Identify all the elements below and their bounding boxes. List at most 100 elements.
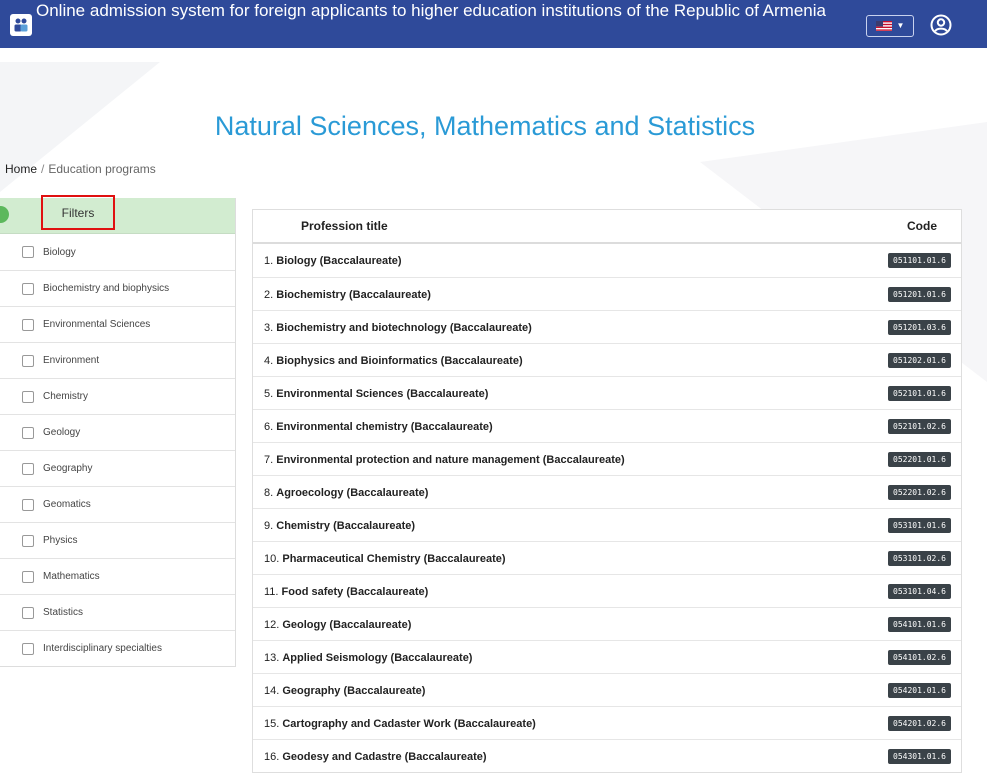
table-row[interactable]: 6. Environmental chemistry (Baccalaureat… (253, 409, 961, 442)
filter-checkbox[interactable] (22, 642, 34, 655)
profession-title-link[interactable]: Food safety (Baccalaureate) (282, 586, 429, 598)
filter-label: Interdisciplinary specialties (43, 643, 162, 654)
filter-checkbox[interactable] (22, 534, 34, 547)
user-circle-icon[interactable] (930, 14, 952, 36)
filter-list: Biology Biochemistry and biophysics Enviro… (0, 234, 235, 666)
filter-item[interactable]: Physics (0, 522, 235, 558)
row-text: 6. Environmental chemistry (Baccalaureat… (264, 421, 493, 433)
row-number: 13. (264, 652, 280, 664)
filter-item[interactable]: Biology (0, 234, 235, 270)
table-row[interactable]: 15. Cartography and Cadaster Work (Bacca… (253, 706, 961, 739)
code-badge: 054201.01.6 (888, 683, 951, 698)
row-text: 3. Biochemistry and biotechnology (Bacca… (264, 322, 532, 334)
table-row[interactable]: 11. Food safety (Baccalaureate) 053101.04… (253, 574, 961, 607)
row-text: 11. Food safety (Baccalaureate) (264, 586, 428, 598)
programs-table: Profession title Code 1. Biology (Baccal… (252, 209, 962, 773)
filter-item[interactable]: Geology (0, 414, 235, 450)
profession-title-link[interactable]: Biochemistry (Baccalaureate) (276, 289, 431, 301)
filter-checkbox[interactable] (22, 570, 34, 583)
filter-item[interactable]: Biochemistry and biophysics (0, 270, 235, 306)
table-row[interactable]: 1. Biology (Baccalaureate) 051101.01.6 (253, 244, 961, 277)
table-row[interactable]: 12. Geology (Baccalaureate) 054101.01.6 (253, 607, 961, 640)
filter-checkbox[interactable] (22, 318, 34, 331)
filter-label: Biology (43, 246, 76, 258)
code-badge: 052101.01.6 (888, 386, 951, 401)
profession-title-link[interactable]: Pharmaceutical Chemistry (Baccalaureate) (282, 553, 505, 565)
filter-label: Geomatics (43, 499, 91, 510)
language-selector[interactable]: ▼ (866, 15, 914, 37)
code-badge: 053101.01.6 (888, 518, 951, 533)
profession-title-link[interactable]: Geology (Baccalaureate) (282, 619, 411, 631)
filter-item[interactable]: Geography (0, 450, 235, 486)
filter-toggle-icon[interactable] (0, 206, 9, 223)
profession-title-link[interactable]: Biology (Baccalaureate) (276, 255, 401, 267)
profession-title-link[interactable]: Biochemistry and biotechnology (Baccalau… (276, 322, 532, 334)
filters-title[interactable]: Filters (41, 195, 115, 230)
column-header-code: Code (907, 219, 937, 233)
code-badge: 051201.03.6 (888, 320, 951, 335)
code-badge: 054101.02.6 (888, 650, 951, 665)
profession-title-link[interactable]: Applied Seismology (Baccalaureate) (282, 652, 472, 664)
code-badge: 052201.01.6 (888, 452, 951, 467)
table-row[interactable]: 10. Pharmaceutical Chemistry (Baccalaure… (253, 541, 961, 574)
row-number: 2. (264, 289, 274, 301)
chevron-down-icon: ▼ (896, 21, 905, 30)
row-number: 6. (264, 421, 274, 433)
row-number: 10. (264, 553, 280, 565)
row-number: 5. (264, 388, 274, 400)
filter-label: Geography (43, 463, 93, 474)
filter-item[interactable]: Environment (0, 342, 235, 378)
filter-checkbox[interactable] (22, 390, 34, 403)
filter-item[interactable]: Chemistry (0, 378, 235, 414)
row-text: 5. Environmental Sciences (Baccalaureate… (264, 388, 488, 400)
profession-title-link[interactable]: Biophysics and Bioinformatics (Baccalaur… (276, 355, 522, 367)
filter-item[interactable]: Geomatics (0, 486, 235, 522)
row-text: 14. Geography (Baccalaureate) (264, 685, 425, 697)
table-row[interactable]: 16. Geodesy and Cadastre (Baccalaureate)… (253, 739, 961, 772)
breadcrumb-home-link[interactable]: Home (5, 162, 37, 176)
table-row[interactable]: 2. Biochemistry (Baccalaureate) 051201.01… (253, 277, 961, 310)
us-flag-icon (875, 21, 892, 31)
filter-checkbox[interactable] (22, 282, 34, 295)
filter-item[interactable]: Mathematics (0, 558, 235, 594)
breadcrumb-current: Education programs (48, 162, 156, 176)
code-badge: 052201.02.6 (888, 485, 951, 500)
page-title: Natural Sciences, Mathematics and Statis… (214, 111, 756, 142)
row-text: 10. Pharmaceutical Chemistry (Baccalaure… (264, 553, 506, 565)
table-row[interactable]: 8. Agroecology (Baccalaureate) 052201.02.… (253, 475, 961, 508)
filter-item[interactable]: Interdisciplinary specialties (0, 630, 235, 666)
profession-title-link[interactable]: Environmental protection and nature mana… (276, 454, 624, 466)
table-row[interactable]: 5. Environmental Sciences (Baccalaureate… (253, 376, 961, 409)
profession-title-link[interactable]: Environmental Sciences (Baccalaureate) (276, 388, 488, 400)
table-row[interactable]: 7. Environmental protection and nature m… (253, 442, 961, 475)
table-header: Profession title Code (253, 210, 961, 244)
code-badge: 054201.02.6 (888, 716, 951, 731)
profession-title-link[interactable]: Environmental chemistry (Baccalaureate) (276, 421, 492, 433)
profession-title-link[interactable]: Agroecology (Baccalaureate) (276, 487, 428, 499)
table-row[interactable]: 3. Biochemistry and biotechnology (Bacca… (253, 310, 961, 343)
row-number: 16. (264, 751, 280, 763)
table-row[interactable]: 4. Biophysics and Bioinformatics (Baccal… (253, 343, 961, 376)
filter-checkbox[interactable] (22, 606, 34, 619)
filter-checkbox[interactable] (22, 426, 34, 439)
row-number: 15. (264, 718, 280, 730)
filter-item[interactable]: Statistics (0, 594, 235, 630)
filter-item[interactable]: Environmental Sciences (0, 306, 235, 342)
row-number: 8. (264, 487, 274, 499)
row-number: 11. (264, 586, 279, 598)
row-text: 4. Biophysics and Bioinformatics (Baccal… (264, 355, 523, 367)
table-row[interactable]: 9. Chemistry (Baccalaureate) 053101.01.6 (253, 508, 961, 541)
table-row[interactable]: 13. Applied Seismology (Baccalaureate) 05… (253, 640, 961, 673)
profession-title-link[interactable]: Chemistry (Baccalaureate) (276, 520, 415, 532)
filter-checkbox[interactable] (22, 354, 34, 367)
filter-checkbox[interactable] (22, 498, 34, 511)
app-title: Online admission system for foreign appl… (36, 1, 826, 20)
filter-checkbox[interactable] (22, 462, 34, 475)
profession-title-link[interactable]: Geodesy and Cadastre (Baccalaureate) (282, 751, 486, 763)
filter-checkbox[interactable] (22, 246, 34, 258)
table-body: 1. Biology (Baccalaureate) 051101.01.6 2. … (253, 244, 961, 772)
table-row[interactable]: 14. Geography (Baccalaureate) 054201.01.6 (253, 673, 961, 706)
profession-title-link[interactable]: Geography (Baccalaureate) (282, 685, 425, 697)
profession-title-link[interactable]: Cartography and Cadaster Work (Baccalaur… (282, 718, 536, 730)
code-badge: 052101.02.6 (888, 419, 951, 434)
